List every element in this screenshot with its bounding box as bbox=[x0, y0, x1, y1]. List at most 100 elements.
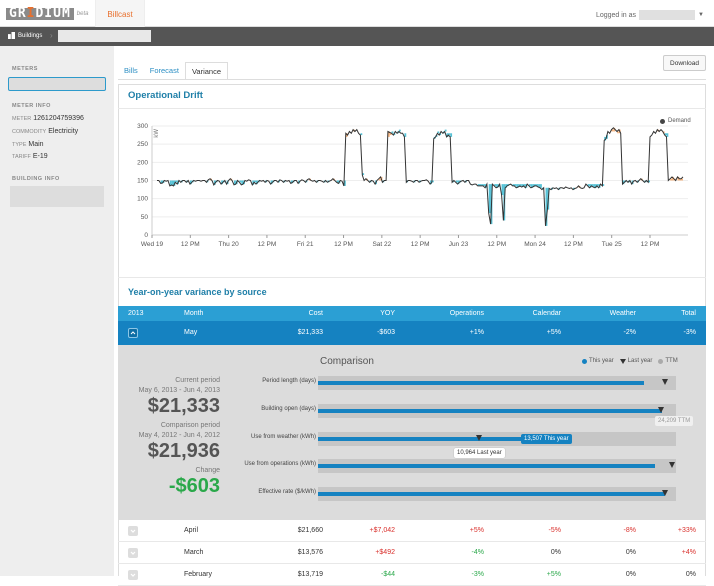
table-row[interactable]: April $21,660 +$7,042 +5% -5% -8% +33% bbox=[118, 520, 706, 542]
header-year: 2013 bbox=[128, 310, 144, 317]
demand-series-line bbox=[157, 127, 684, 226]
expand-toggle[interactable] bbox=[128, 526, 138, 536]
comparison-bar-track[interactable] bbox=[318, 459, 676, 473]
expand-toggle[interactable] bbox=[128, 548, 138, 558]
x-tick-label: Thu 20 bbox=[218, 241, 239, 248]
under-expected-mark bbox=[666, 133, 669, 137]
logged-in-label: Logged in as bbox=[595, 11, 637, 19]
weather-cell: 0% bbox=[625, 571, 636, 578]
calendar-cell: 0% bbox=[550, 549, 561, 556]
weather-cell: -2% bbox=[623, 329, 636, 336]
this-year-tooltip: 13,507 This year bbox=[521, 434, 572, 444]
comparison-period-range: May 4, 2012 - Jun 4, 2012 bbox=[138, 432, 220, 439]
total-cell: -3% bbox=[683, 329, 696, 336]
operations-cell: -4% bbox=[471, 549, 484, 556]
x-tick-label: Mon 24 bbox=[524, 241, 546, 248]
collapse-toggle[interactable] bbox=[128, 328, 138, 338]
x-tick-label: Tue 25 bbox=[602, 241, 622, 248]
meter-select[interactable] bbox=[8, 77, 106, 91]
legend-demand: Demand bbox=[668, 118, 691, 124]
yoy-cell: -$44 bbox=[380, 571, 395, 578]
y-tick-label: 150 bbox=[137, 178, 148, 185]
meter-id-row: METER 1261204759396 bbox=[12, 115, 84, 122]
x-tick-label: Jun 23 bbox=[449, 241, 469, 248]
commodity-value: Electricity bbox=[48, 128, 79, 135]
x-tick-label: 12 PM bbox=[334, 241, 353, 248]
this-year-bar bbox=[318, 409, 662, 413]
tab-bills[interactable]: Bills bbox=[118, 62, 144, 80]
cost-cell: $21,333 bbox=[297, 329, 323, 336]
legend-ttm-label: TTM bbox=[665, 358, 678, 364]
chart-legend: Demand bbox=[660, 118, 691, 124]
header-month: Month bbox=[184, 310, 204, 317]
tariff-value: E-19 bbox=[32, 153, 48, 160]
weather-cell: 0% bbox=[625, 549, 636, 556]
total-cell: 0% bbox=[685, 571, 696, 578]
table-row[interactable]: March $13,576 +$492 -4% 0% 0% +4% bbox=[118, 542, 706, 564]
month-cell: May bbox=[184, 329, 198, 336]
sidebar bbox=[0, 46, 114, 576]
type-value: Main bbox=[28, 141, 44, 148]
billcast-tab[interactable]: Billcast bbox=[95, 0, 145, 27]
logo-text: GR bbox=[9, 6, 27, 21]
header-yoy: YOY bbox=[380, 310, 395, 317]
drift-title: Operational Drift bbox=[128, 90, 203, 101]
this-year-bar bbox=[318, 381, 644, 385]
expand-toggle[interactable] bbox=[128, 570, 138, 580]
tariff-row: TARIFF E-19 bbox=[12, 153, 48, 160]
buildings-link[interactable]: Buildings bbox=[8, 32, 42, 39]
x-tick-label: Wed 19 bbox=[141, 241, 164, 248]
x-tick-label: 12 PM bbox=[487, 241, 506, 248]
gridium-logo[interactable]: GRIDIUM beta bbox=[6, 6, 88, 21]
legend-last-year-label: Last year bbox=[627, 358, 653, 364]
comparison-bar-track[interactable] bbox=[318, 404, 676, 418]
this-year-bar bbox=[318, 437, 523, 441]
total-cell: +33% bbox=[677, 527, 696, 534]
comparison-period-value: $21,936 bbox=[147, 440, 220, 462]
legend-this-year: This year bbox=[582, 358, 614, 364]
table-row[interactable]: February $13,719 -$44 -3% +5% 0% 0% bbox=[118, 564, 706, 586]
cost-cell: $13,719 bbox=[297, 571, 323, 578]
cost-cell: $13,576 bbox=[297, 549, 323, 556]
this-year-bar bbox=[318, 464, 655, 468]
current-period-value: $21,333 bbox=[147, 395, 220, 417]
variance-table-header: 2013 Month Cost YOY Operations Calendar … bbox=[118, 306, 706, 321]
x-tick-label: 12 PM bbox=[411, 241, 430, 248]
meters-heading: METERS bbox=[12, 66, 38, 72]
header-total: Total bbox=[681, 310, 696, 317]
table-row-may[interactable]: May $21,333 -$603 +1% +5% -2% -3% bbox=[118, 321, 706, 345]
comparison-bar-track[interactable] bbox=[318, 487, 676, 501]
bar-label: Use from weather (kWh) bbox=[250, 434, 316, 440]
username-redacted bbox=[639, 10, 696, 20]
tab-forecast[interactable]: Forecast bbox=[144, 62, 185, 80]
total-cell: +4% bbox=[681, 549, 696, 556]
meter-label: METER bbox=[12, 116, 32, 122]
comparison-bar-track[interactable] bbox=[318, 432, 676, 446]
x-tick-label: 12 PM bbox=[564, 241, 583, 248]
commodity-label: COMMODITY bbox=[12, 129, 47, 135]
comparison-title: Comparison bbox=[320, 356, 374, 367]
divider bbox=[118, 277, 706, 278]
download-button[interactable]: Download bbox=[663, 55, 706, 71]
tariff-label: TARIFF bbox=[12, 154, 31, 160]
type-label: TYPE bbox=[12, 142, 27, 148]
breadcrumb-separator: › bbox=[50, 31, 53, 40]
x-tick-label: Sat 22 bbox=[372, 241, 391, 248]
header-weather: Weather bbox=[609, 310, 636, 317]
chevron-up-icon bbox=[130, 331, 136, 335]
user-menu[interactable]: Logged in as ▼ bbox=[596, 10, 704, 20]
x-tick-label: Fri 21 bbox=[297, 241, 314, 248]
operations-cell: +5% bbox=[469, 527, 484, 534]
building-name-redacted[interactable] bbox=[58, 30, 151, 42]
weather-cell: -8% bbox=[623, 527, 636, 534]
comparison-bar-track[interactable] bbox=[318, 376, 676, 390]
type-row: TYPE Main bbox=[12, 141, 44, 148]
y-tick-label: 100 bbox=[137, 196, 148, 203]
y-tick-label: 50 bbox=[141, 214, 149, 221]
dot-icon bbox=[658, 358, 664, 364]
ttm-tooltip: 24,209 TTM bbox=[655, 416, 694, 426]
building-icon bbox=[8, 32, 15, 39]
operational-drift-chart: 300 250 200 150 100 50 0 kW Wed 19 12 PM Thu 20 12 … bbox=[137, 123, 688, 248]
yoy-cell: +$7,042 bbox=[369, 527, 396, 534]
tab-variance[interactable]: Variance bbox=[184, 62, 228, 80]
